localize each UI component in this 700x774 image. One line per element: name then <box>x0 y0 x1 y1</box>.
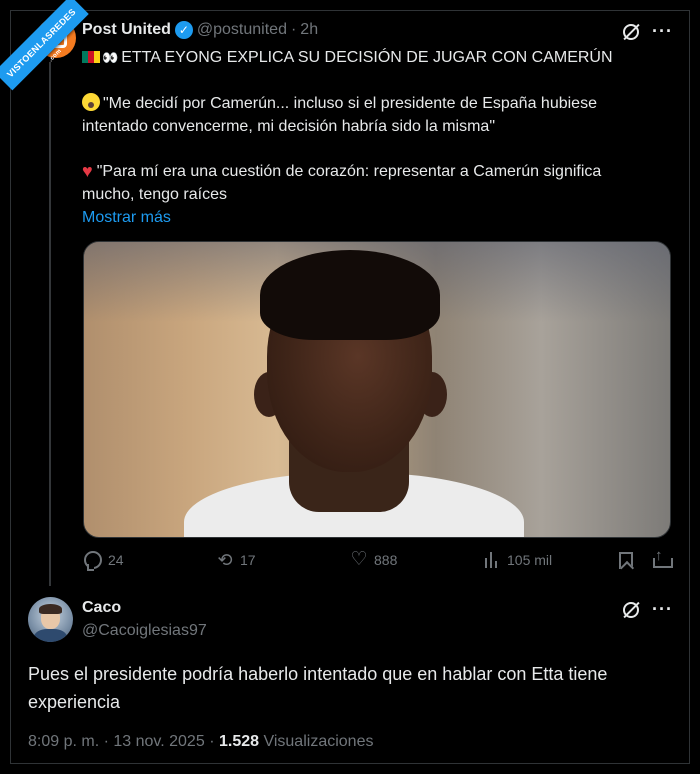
reply-time[interactable]: 8:09 p. m. <box>28 733 99 750</box>
reply-author-handle[interactable]: @Cacoiglesias97 <box>82 622 207 640</box>
meta-separator-1: · <box>103 733 109 750</box>
quote1-line2: intentado convencerme, mi decisión habrí… <box>82 118 495 135</box>
verified-badge-icon: ✓ <box>174 21 193 39</box>
share-icon <box>652 547 673 569</box>
reply-author-name[interactable]: Caco <box>82 599 121 617</box>
thread-connector-line <box>49 62 51 586</box>
like-count: 888 <box>374 552 398 568</box>
tweet-headline: ETTA EYONG EXPLICA SU DECISIÓN DE JUGAR … <box>121 49 613 66</box>
repost-count: 17 <box>240 552 256 568</box>
repost-action[interactable]: ⟲ 17 <box>216 550 256 570</box>
caco-avatar[interactable] <box>28 597 73 642</box>
quote1-line1-text: "Me decidí por Camerún... incluso si el … <box>103 95 597 112</box>
more-options-icon[interactable]: ··· <box>652 22 672 44</box>
grok-icon-reply[interactable] <box>621 600 641 620</box>
header-separator: · <box>290 21 297 38</box>
show-more-link[interactable]: Mostrar más <box>82 206 171 229</box>
author-handle[interactable]: @postunited <box>197 21 287 39</box>
like-action[interactable]: ♡ 888 <box>350 549 398 570</box>
more-options-icon-reply[interactable]: ··· <box>652 600 672 622</box>
reply-action[interactable]: 24 <box>84 551 124 571</box>
views-count: 105 mil <box>507 552 553 568</box>
reply-icon <box>84 551 102 571</box>
quote2-line1: ♥ "Para mí era una cuestión de corazón: r… <box>82 160 601 183</box>
share-action[interactable] <box>652 547 673 569</box>
analytics-icon <box>483 551 501 569</box>
meta-separator-2: · <box>209 733 215 750</box>
surprised-face-emoji-icon <box>82 93 100 111</box>
tweet-media-photo[interactable] <box>83 241 671 538</box>
reply-views-label: Visualizaciones <box>263 733 374 750</box>
bookmark-action[interactable] <box>619 552 633 569</box>
quote2-line1-text: "Para mí era una cuestión de corazón: re… <box>96 163 602 180</box>
cameroon-flag-icon <box>82 51 100 63</box>
tweet-time[interactable]: 2h <box>300 21 318 39</box>
eyes-emoji-icon: 👀 <box>102 50 118 65</box>
views-action[interactable]: 105 mil <box>483 551 552 569</box>
tweet-header: Post United ✓ @postunited · 2h <box>82 21 318 39</box>
heart-icon: ♡ <box>350 549 368 570</box>
author-name[interactable]: Post United <box>82 21 171 39</box>
reply-metadata: 8:09 p. m. · 13 nov. 2025 · 1.528 Visual… <box>28 733 373 751</box>
reply-count: 24 <box>108 552 124 568</box>
reply-views-count: 1.528 <box>218 733 260 750</box>
quote2-line2: mucho, tengo raíces <box>82 186 227 203</box>
quote1-line1: "Me decidí por Camerún... incluso si el … <box>82 92 597 115</box>
reply-body-text: Pues el presidente podría haberlo intent… <box>28 664 608 712</box>
reply-date[interactable]: 13 nov. 2025 <box>113 733 204 750</box>
repost-icon: ⟲ <box>217 550 233 570</box>
grok-icon[interactable] <box>621 22 641 42</box>
bookmark-icon <box>619 552 633 569</box>
tweet-headline-line: 👀 ETTA EYONG EXPLICA SU DECISIÓN DE JUGAR… <box>82 46 613 69</box>
red-heart-emoji-icon: ♥ <box>82 161 93 181</box>
